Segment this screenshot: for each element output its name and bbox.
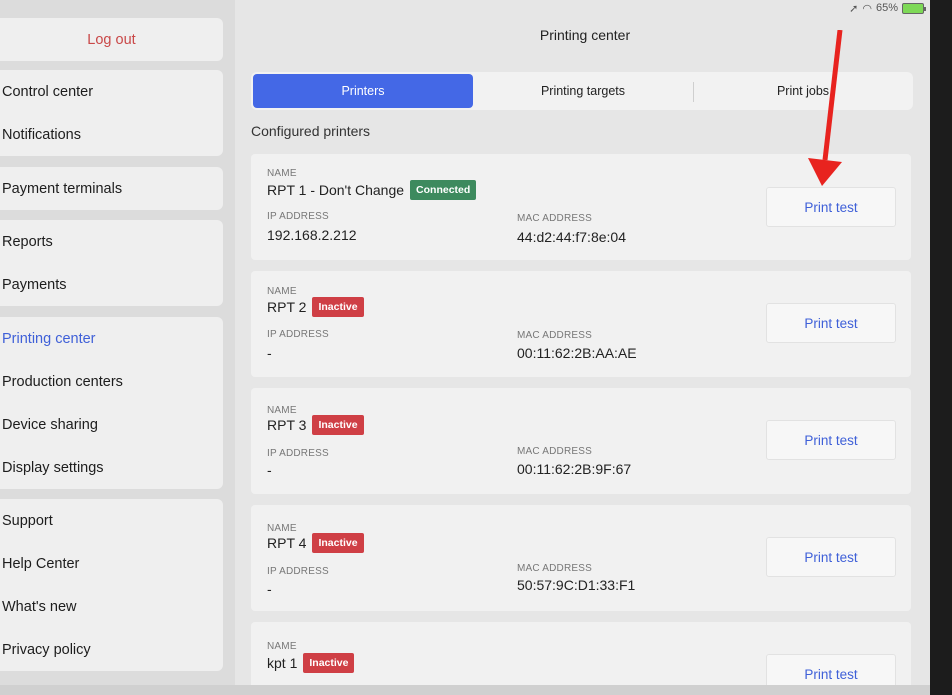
- printer-name-row: RPT 4 Inactive: [267, 533, 364, 553]
- ip-label: IP ADDRESS: [267, 211, 329, 222]
- sidebar-group-support: Support Help Center What's new Privacy p…: [0, 499, 223, 671]
- ip-label: IP ADDRESS: [267, 448, 329, 459]
- name-label: NAME: [267, 641, 297, 652]
- printer-name: RPT 2: [267, 299, 307, 315]
- sidebar-item-notifications[interactable]: Notifications: [0, 113, 223, 156]
- print-test-button[interactable]: Print test: [766, 420, 896, 460]
- status-badge: Inactive: [312, 415, 364, 435]
- sidebar-group-control: Control center Notifications: [0, 70, 223, 156]
- sidebar-item-privacy-policy[interactable]: Privacy policy: [0, 628, 223, 671]
- ip-value: -: [267, 345, 272, 361]
- section-heading: Configured printers: [251, 123, 371, 139]
- sidebar-group-reports: Reports Payments: [0, 220, 223, 306]
- sidebar-item-display-settings[interactable]: Display settings: [0, 446, 223, 489]
- status-badge: Inactive: [312, 297, 364, 317]
- status-badge: Inactive: [312, 533, 364, 553]
- mac-value: 00:11:62:2B:AA:AE: [517, 345, 637, 361]
- status-badge: Inactive: [303, 653, 355, 673]
- sidebar-item-help-center[interactable]: Help Center: [0, 542, 223, 585]
- status-badge: Connected: [410, 180, 477, 200]
- tab-printing-targets[interactable]: Printing targets: [473, 74, 693, 108]
- mac-label: MAC ADDRESS: [517, 213, 592, 224]
- mac-label: MAC ADDRESS: [517, 446, 592, 457]
- mac-label: MAC ADDRESS: [517, 330, 592, 341]
- ip-value: 192.168.2.212: [267, 227, 357, 243]
- print-test-button[interactable]: Print test: [766, 303, 896, 343]
- printer-name: RPT 1 - Don't Change: [267, 182, 405, 198]
- mac-label: MAC ADDRESS: [517, 563, 592, 574]
- ip-label: IP ADDRESS: [267, 329, 329, 340]
- sidebar-item-production-centers[interactable]: Production centers: [0, 360, 223, 403]
- sidebar-item-printing-center[interactable]: Printing center: [0, 317, 223, 360]
- sidebar-item-device-sharing[interactable]: Device sharing: [0, 403, 223, 446]
- printer-name: RPT 4: [267, 535, 307, 551]
- printer-name-row: RPT 3 Inactive: [267, 415, 364, 435]
- annotation-arrow-icon: [808, 30, 843, 186]
- printer-name-row: RPT 1 - Don't Change Connected: [267, 180, 477, 200]
- printer-card: NAME RPT 4 Inactive IP ADDRESS - MAC ADD…: [251, 505, 911, 611]
- print-test-button[interactable]: Print test: [766, 537, 896, 577]
- ip-value: -: [267, 581, 272, 597]
- sidebar-item-payment-terminals[interactable]: Payment terminals: [0, 167, 223, 210]
- sidebar-item-control-center[interactable]: Control center: [0, 70, 223, 113]
- sidebar-group-devices: Printing center Production centers Devic…: [0, 317, 223, 489]
- sidebar-item-whats-new[interactable]: What's new: [0, 585, 223, 628]
- main-content: Printing center Printers Printing target…: [235, 0, 930, 695]
- logout-button[interactable]: Log out: [0, 18, 223, 61]
- device-bezel: [930, 0, 952, 695]
- print-test-button[interactable]: Print test: [766, 187, 896, 227]
- printer-card: NAME RPT 3 Inactive IP ADDRESS - MAC ADD…: [251, 388, 911, 494]
- ip-value: -: [267, 462, 272, 478]
- sidebar-item-payments[interactable]: Payments: [0, 263, 223, 306]
- mac-value: 00:11:62:2B:9F:67: [517, 461, 632, 477]
- printer-name: RPT 3: [267, 417, 307, 433]
- name-label: NAME: [267, 286, 297, 297]
- sidebar-group-terminals: Payment terminals: [0, 167, 223, 210]
- printer-name-row: kpt 1 Inactive: [267, 653, 355, 673]
- mac-value: 44:d2:44:f7:8e:04: [517, 229, 626, 245]
- name-label: NAME: [267, 168, 297, 179]
- sidebar-item-reports[interactable]: Reports: [0, 220, 223, 263]
- sidebar: Log out Control center Notifications Pay…: [0, 0, 235, 695]
- bottom-toolbar: [0, 685, 930, 695]
- printer-card: NAME RPT 2 Inactive IP ADDRESS - MAC ADD…: [251, 271, 911, 377]
- sidebar-item-support[interactable]: Support: [0, 499, 223, 542]
- tab-printers[interactable]: Printers: [253, 74, 473, 108]
- mac-value: 50:57:9C:D1:33:F1: [517, 577, 636, 593]
- ip-label: IP ADDRESS: [267, 566, 329, 577]
- printer-name: kpt 1: [267, 655, 298, 671]
- screen: ace ➚ ◠ 65% Log out Control center Notif…: [0, 0, 930, 695]
- printer-name-row: RPT 2 Inactive: [267, 297, 364, 317]
